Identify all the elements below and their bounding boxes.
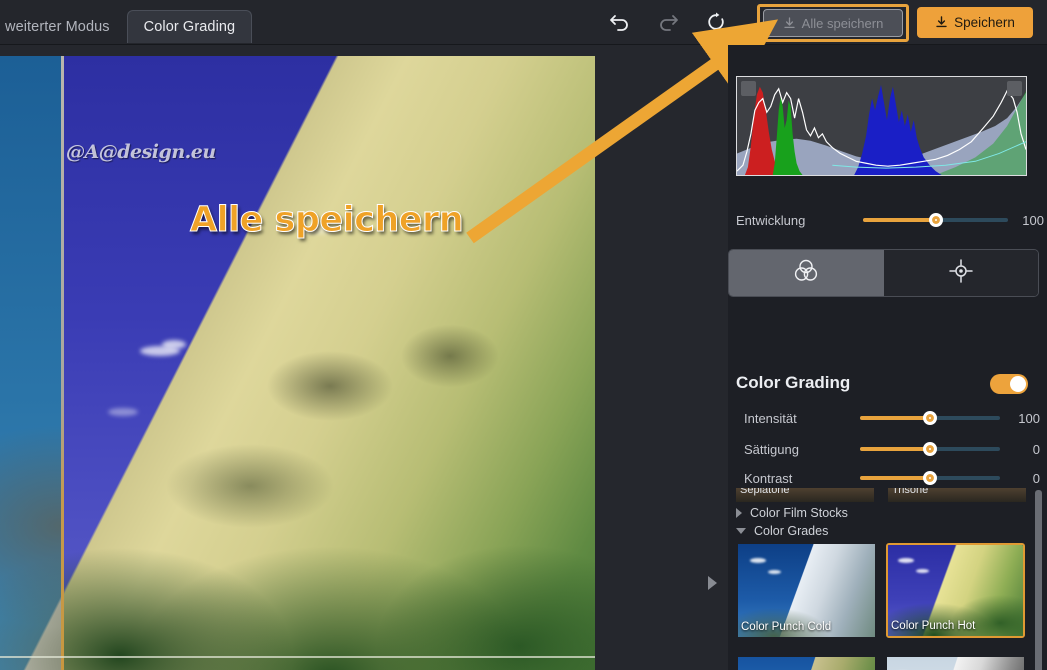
redo-icon[interactable] <box>655 9 681 35</box>
color-wheels-icon <box>792 257 820 290</box>
right-panel: Entwicklung 100 Color Grading Intensität… <box>728 45 1047 670</box>
save-all-label: Alle speichern <box>801 15 884 31</box>
top-toolbar: weiterter Modus Color Grading Alle speic… <box>0 0 1047 45</box>
save-all-button[interactable]: Alle speichern <box>763 9 903 37</box>
saturation-label: Sättigung <box>744 441 799 457</box>
preset-color-punch-hot[interactable]: Color Punch Hot <box>886 543 1025 638</box>
develop-slider[interactable] <box>863 211 1008 229</box>
tree-item-color-film-stocks[interactable]: Color Film Stocks <box>736 506 848 520</box>
save-button[interactable]: Speichern <box>917 7 1033 38</box>
chevron-down-icon <box>736 528 746 534</box>
image-canvas[interactable]: @A@design.eu <box>0 45 728 670</box>
preset-browser[interactable]: Sepiatone Trisone Color Film Stocks Colo… <box>728 488 1047 670</box>
download-icon <box>783 16 796 30</box>
annotation-label: Alle speichern <box>189 200 464 241</box>
reset-icon[interactable] <box>703 9 729 35</box>
preset-scrollbar-track[interactable] <box>1035 490 1042 670</box>
expand-panel-arrow-icon[interactable] <box>705 575 719 591</box>
tree-item-color-grades[interactable]: Color Grades <box>736 524 828 538</box>
preset-thumb-4[interactable] <box>886 656 1025 670</box>
contrast-label: Kontrast <box>744 470 793 486</box>
section-title-color-grading: Color Grading <box>736 373 851 392</box>
intensity-slider[interactable] <box>860 409 1000 427</box>
tab-label: weiterter Modus <box>5 19 110 35</box>
target-tool-tab[interactable] <box>883 250 1038 296</box>
preset-color-punch-cold[interactable]: Color Punch Cold <box>737 543 876 638</box>
application-window: weiterter Modus Color Grading Alle speic… <box>0 0 1047 670</box>
preset-label: Trisone <box>892 488 929 496</box>
contrast-slider[interactable] <box>860 469 1000 487</box>
photo-baseline <box>0 656 595 658</box>
preset-scrolled-row: Sepiatone Trisone <box>736 488 1028 502</box>
preset-thumb-partial[interactable]: Trisone <box>888 488 1026 502</box>
tab-label: Color Grading <box>143 19 236 35</box>
download-icon <box>935 16 948 29</box>
intensity-value: 100 <box>1018 410 1040 426</box>
develop-label: Entwicklung <box>736 212 806 228</box>
grading-view-tabs <box>728 249 1039 297</box>
tab-color-grading[interactable]: Color Grading <box>126 10 253 43</box>
preset-label: Sepiatone <box>740 488 790 496</box>
target-icon <box>948 258 974 289</box>
color-wheels-tab[interactable] <box>729 250 884 296</box>
preset-label: Color Punch Cold <box>741 621 832 633</box>
clipping-shadows-button[interactable] <box>741 81 756 96</box>
photo-viewport[interactable]: @A@design.eu <box>0 56 595 670</box>
saturation-row: Sättigung 0 <box>728 436 1047 462</box>
tree-item-label: Color Grades <box>754 524 829 538</box>
undo-icon[interactable] <box>607 9 633 35</box>
saturation-slider[interactable] <box>860 440 1000 458</box>
chevron-right-icon <box>736 508 742 518</box>
preset-thumb-partial[interactable]: Sepiatone <box>736 488 874 502</box>
watermark: @A@design.eu <box>66 141 216 163</box>
develop-row: Entwicklung 100 <box>728 207 1047 233</box>
develop-value: 100 <box>1022 212 1044 228</box>
mode-tabstrip: weiterter Modus Color Grading <box>0 5 253 43</box>
contrast-value: 0 <box>1032 470 1040 486</box>
preset-thumb-3[interactable] <box>737 656 876 670</box>
color-grading-toggle[interactable] <box>990 374 1028 394</box>
history-tools <box>607 9 729 35</box>
histogram-plot <box>737 84 1026 175</box>
clipping-highlights-button[interactable] <box>1007 81 1022 96</box>
tree-item-label: Color Film Stocks <box>750 506 848 520</box>
toggle-knob <box>1010 376 1026 392</box>
histogram[interactable] <box>736 76 1027 176</box>
intensity-row: Intensität 100 <box>728 405 1047 431</box>
intensity-label: Intensität <box>744 410 797 426</box>
tab-weiterter-modus[interactable]: weiterter Modus <box>0 10 127 43</box>
photo-before <box>0 56 62 670</box>
before-after-divider[interactable] <box>61 56 64 670</box>
save-label: Speichern <box>954 15 1015 30</box>
preset-label: Color Punch Hot <box>891 620 976 632</box>
saturation-value: 0 <box>1032 441 1040 457</box>
